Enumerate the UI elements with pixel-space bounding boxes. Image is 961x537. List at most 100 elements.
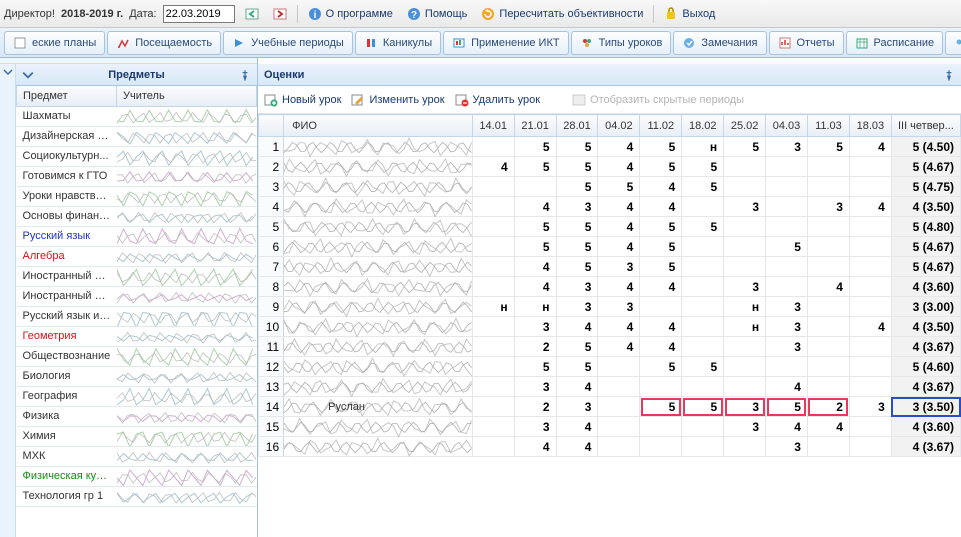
grade-cell[interactable] (682, 437, 724, 457)
grade-cell[interactable] (807, 217, 849, 237)
grade-cell[interactable]: 4 (766, 377, 808, 397)
grade-cell[interactable]: 4 (514, 277, 556, 297)
grade-cell[interactable]: 3 (598, 257, 640, 277)
grade-cell[interactable]: 5 (556, 217, 598, 237)
final-cell[interactable]: 5 (4.67) (891, 237, 960, 257)
grade-cell[interactable]: 5 (556, 157, 598, 177)
col-date[interactable]: 18.02 (682, 115, 724, 137)
final-cell[interactable]: 5 (4.75) (891, 177, 960, 197)
grade-cell[interactable] (472, 377, 514, 397)
grade-cell[interactable] (472, 337, 514, 357)
grade-cell[interactable] (682, 277, 724, 297)
subject-row[interactable]: Геометрия (17, 326, 257, 346)
grade-cell[interactable] (724, 237, 766, 257)
col-date[interactable]: 11.02 (640, 115, 682, 137)
grade-cell[interactable] (766, 157, 808, 177)
final-cell[interactable]: 4 (3.60) (891, 417, 960, 437)
grade-cell[interactable]: н (724, 317, 766, 337)
grade-cell[interactable] (807, 297, 849, 317)
grade-cell[interactable]: 4 (849, 317, 891, 337)
grade-row[interactable]: 84344344 (3.60) (259, 277, 961, 297)
grade-cell[interactable]: 4 (807, 417, 849, 437)
col-teacher[interactable]: Учитель (117, 86, 257, 106)
grade-cell[interactable] (640, 437, 682, 457)
grade-row[interactable]: 14Руслан235535233 (3.50) (259, 397, 961, 417)
subject-row[interactable]: География (17, 386, 257, 406)
subject-row[interactable]: Иностранный яз... (17, 286, 257, 306)
col-date[interactable]: 21.01 (514, 115, 556, 137)
final-cell[interactable]: 3 (3.50) (891, 397, 960, 417)
subject-row[interactable]: МХК (17, 446, 257, 466)
grade-cell[interactable] (682, 257, 724, 277)
subject-row[interactable]: Готовимся к ГТО (17, 166, 257, 186)
grade-cell[interactable] (598, 357, 640, 377)
final-cell[interactable]: 5 (4.60) (891, 357, 960, 377)
grade-cell[interactable]: 3 (849, 397, 891, 417)
grade-cell[interactable] (849, 157, 891, 177)
grade-cell[interactable] (766, 357, 808, 377)
grade-cell[interactable] (682, 297, 724, 317)
grade-cell[interactable]: н (514, 297, 556, 317)
grade-cell[interactable] (472, 197, 514, 217)
grade-cell[interactable]: 5 (766, 397, 808, 417)
grade-cell[interactable]: 4 (514, 197, 556, 217)
grade-cell[interactable]: 3 (766, 137, 808, 157)
grade-cell[interactable] (849, 257, 891, 277)
grade-cell[interactable]: 4 (556, 317, 598, 337)
final-cell[interactable]: 5 (4.50) (891, 137, 960, 157)
grade-cell[interactable]: 5 (598, 177, 640, 197)
pin-icon[interactable] (239, 69, 251, 81)
grade-cell[interactable] (807, 317, 849, 337)
grade-cell[interactable] (724, 337, 766, 357)
grade-cell[interactable]: 3 (766, 337, 808, 357)
grade-cell[interactable]: 5 (682, 217, 724, 237)
grade-cell[interactable]: 4 (640, 197, 682, 217)
grade-cell[interactable] (766, 197, 808, 217)
tab-notes[interactable]: Замечания (673, 31, 766, 55)
grade-cell[interactable] (724, 377, 766, 397)
grade-cell[interactable]: 3 (807, 197, 849, 217)
col-date[interactable]: 18.03 (849, 115, 891, 137)
grade-cell[interactable]: 4 (556, 417, 598, 437)
col-final[interactable]: III четвер... (891, 115, 960, 137)
grade-cell[interactable]: 4 (849, 197, 891, 217)
grade-cell[interactable]: 4 (849, 137, 891, 157)
grade-cell[interactable]: н (682, 137, 724, 157)
final-cell[interactable]: 4 (3.67) (891, 377, 960, 397)
grade-cell[interactable]: 5 (640, 257, 682, 277)
grade-cell[interactable] (724, 257, 766, 277)
grade-cell[interactable]: 3 (556, 397, 598, 417)
grade-cell[interactable]: 3 (514, 377, 556, 397)
grade-cell[interactable]: 5 (682, 157, 724, 177)
grade-cell[interactable]: 5 (556, 257, 598, 277)
pin-icon[interactable] (943, 69, 955, 81)
grade-cell[interactable]: 5 (640, 357, 682, 377)
grade-cell[interactable]: 4 (640, 177, 682, 197)
grade-cell[interactable]: 5 (766, 237, 808, 257)
grade-cell[interactable] (849, 337, 891, 357)
grade-cell[interactable] (598, 377, 640, 397)
grade-cell[interactable]: 2 (514, 397, 556, 417)
grade-cell[interactable]: 4 (598, 317, 640, 337)
grade-cell[interactable]: 4 (514, 257, 556, 277)
grade-cell[interactable] (766, 177, 808, 197)
grade-row[interactable]: 5554555 (4.80) (259, 217, 961, 237)
grade-cell[interactable] (724, 217, 766, 237)
col-subject[interactable]: Предмет (17, 86, 117, 106)
grade-cell[interactable]: 4 (598, 157, 640, 177)
col-date[interactable]: 11.03 (807, 115, 849, 137)
grade-cell[interactable]: 3 (598, 297, 640, 317)
grade-cell[interactable]: 5 (640, 217, 682, 237)
delete-lesson-button[interactable]: Удалить урок (455, 93, 540, 107)
final-cell[interactable]: 5 (4.67) (891, 257, 960, 277)
col-date[interactable]: 28.01 (556, 115, 598, 137)
grade-cell[interactable]: 5 (514, 137, 556, 157)
grade-cell[interactable]: 4 (598, 217, 640, 237)
grade-cell[interactable] (807, 337, 849, 357)
tab-attendance[interactable]: Посещаемость (107, 31, 221, 55)
subject-row[interactable]: Физическая кул... (17, 466, 257, 486)
tab-schedule[interactable]: Расписание (846, 31, 944, 55)
grade-cell[interactable] (724, 157, 766, 177)
grade-cell[interactable] (849, 437, 891, 457)
grade-row[interactable]: 1255555 (4.60) (259, 357, 961, 377)
